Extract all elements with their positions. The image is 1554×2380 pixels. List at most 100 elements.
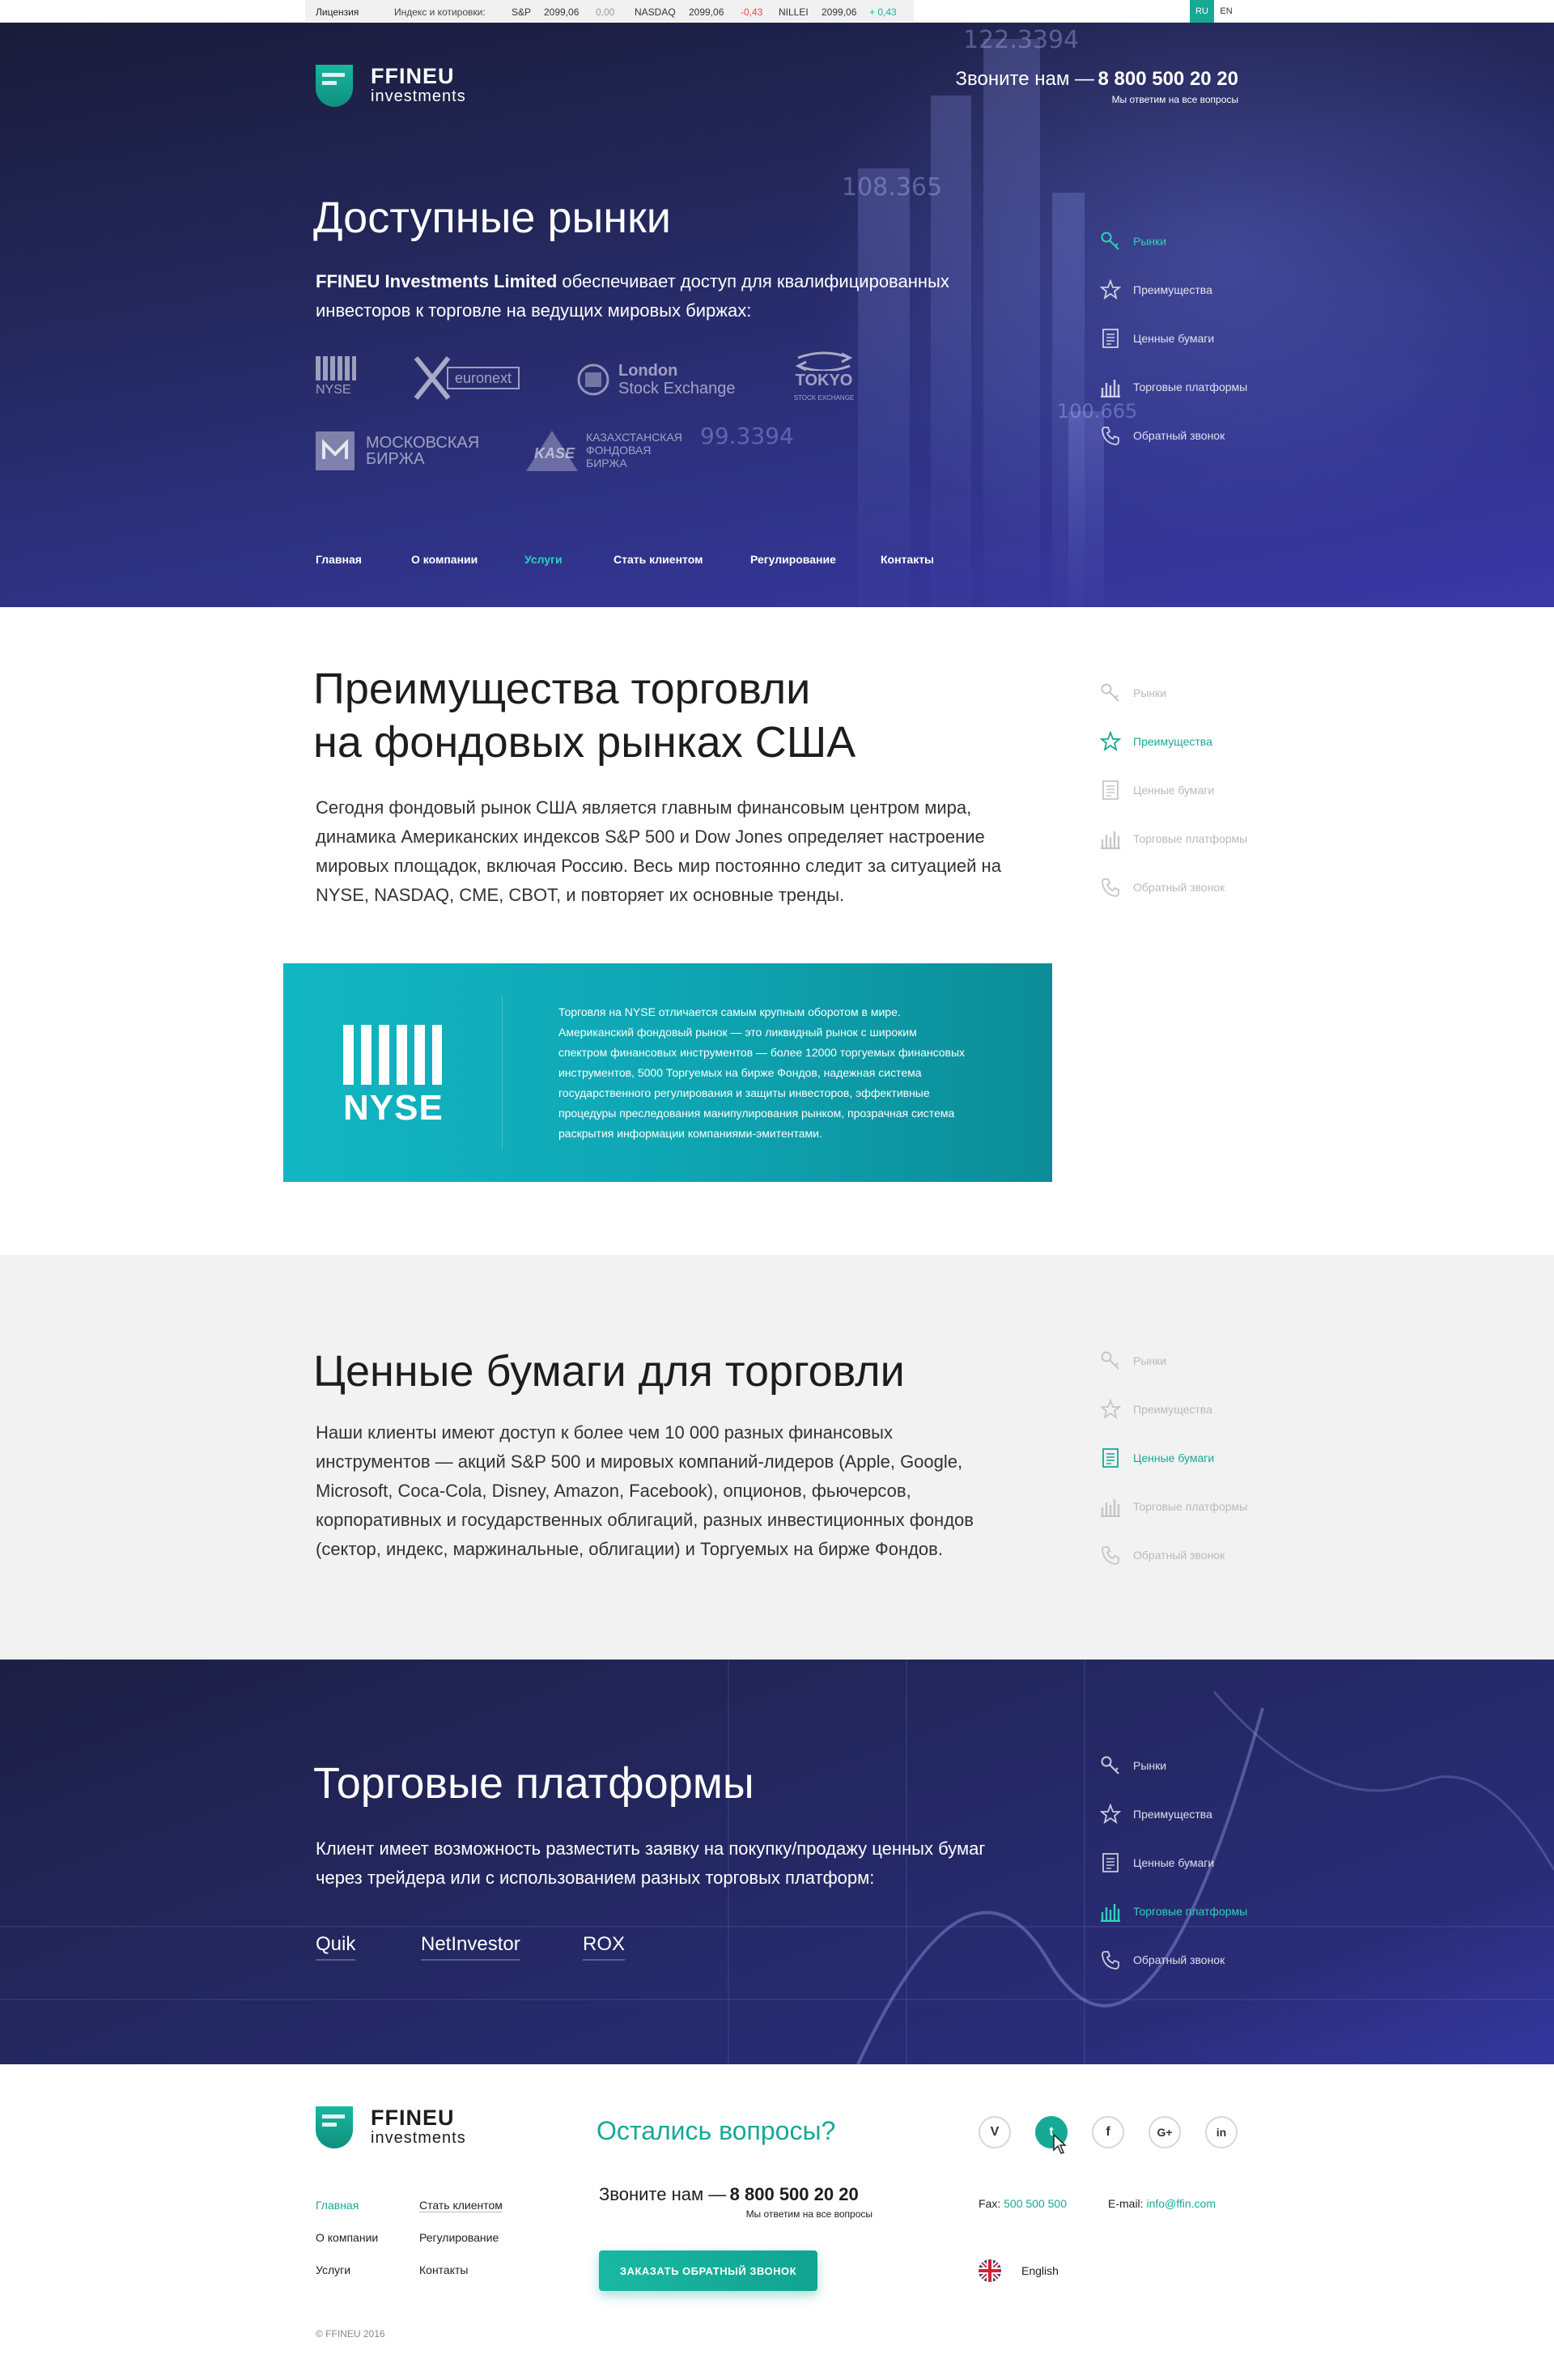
side-item-securities[interactable]: Ценные бумаги [1099,327,1214,350]
lse-crest-icon [577,363,609,396]
callback-button[interactable]: ЗАКАЗАТЬ ОБРАТНЫЙ ЗВОНОК [599,2250,817,2291]
ticker-nasdaq-name: NASDAQ [635,6,676,18]
side-item-label: Рынки [1133,1354,1167,1367]
key-icon [1099,1349,1122,1372]
kase-mountain-icon: KASE [524,427,580,473]
footer-question-title: Остались вопросы? [597,2116,836,2145]
side-item-callback[interactable]: Обратный звонок [1099,424,1225,447]
footer-nav-home[interactable]: Главная [316,2199,359,2212]
side-item-label: Преимущества [1133,735,1212,748]
ticker-nasdaq-value: 2099,06 [689,6,724,18]
footer-logo[interactable]: FFINEU investments [316,2106,466,2148]
key-icon [1099,230,1122,253]
nyse-big-logo: NYSE [343,1025,444,1128]
side-item-securities[interactable]: Ценные бумаги [1099,779,1214,801]
nav-item-become-client[interactable]: Стать клиентом [614,553,703,566]
footer-nav-become-client[interactable]: Стать клиентом [419,2199,503,2212]
tokyo-exchange-logo: TOKYO STOCK EXCHANGE [793,351,855,406]
facebook-icon[interactable]: f [1092,2116,1124,2148]
kase-logo-line1: КАЗАХСТАНСКАЯ [586,431,682,444]
lang-ru-button[interactable]: RU [1190,0,1214,23]
side-item-label: Обратный звонок [1133,1549,1225,1562]
side-item-securities[interactable]: Ценные бумаги [1099,1851,1214,1874]
ticker-sp-value: 2099,06 [544,6,580,18]
side-item-label: Ценные бумаги [1133,784,1215,797]
fax-number[interactable]: 500 500 500 [1004,2197,1067,2210]
bar-chart-icon [1099,1495,1122,1518]
nav-item-home[interactable]: Главная [316,553,362,566]
footer-nav-services[interactable]: Услуги [316,2263,350,2276]
platform-link-quik[interactable]: Quik [316,1933,356,1961]
tokyo-arrows-icon [795,351,853,371]
language-switch[interactable]: English [978,2259,1059,2283]
platform-link-netinvestor[interactable]: NetInvestor [421,1933,520,1961]
phone-number[interactable]: 8 800 500 20 20 [1098,68,1239,90]
footer-nav-about[interactable]: О компании [316,2231,378,2244]
logo-sub: investments [371,2129,466,2147]
side-item-label: Рынки [1133,1759,1167,1772]
bg-number: 100.665 [1057,400,1138,423]
side-item-markets[interactable]: Рынки [1099,1349,1166,1372]
side-item-platforms[interactable]: Торговые платформы [1099,1495,1247,1518]
lang-en-button[interactable]: EN [1214,0,1238,23]
side-item-platforms[interactable]: Торговые платформы [1099,827,1247,850]
bg-chart-bar [983,39,1040,607]
logo-name: FFINEU [371,64,455,88]
header-logo[interactable]: FFINEU investments [316,65,466,107]
text-line: динамика Американских индексов S&P 500 и… [316,827,985,847]
side-item-callback[interactable]: Обратный звонок [1099,1949,1225,1971]
email-link[interactable]: info@ffin.com [1146,2197,1216,2210]
nav-item-contacts[interactable]: Контакты [881,553,934,566]
side-item-callback[interactable]: Обратный звонок [1099,1544,1225,1566]
bg-number: 108.365 [842,173,943,202]
email-info: E-mail: info@ffin.com [1108,2197,1216,2210]
platforms-text: Клиент имеет возможность разместить заяв… [316,1834,1044,1893]
nyse-info-box: NYSE Торговля на NYSE отличается самым к… [283,963,1052,1182]
ticker-sp-change: 0,00 [596,6,615,18]
side-item-advantages[interactable]: Преимущества [1099,1398,1212,1421]
nav-item-about[interactable]: О компании [411,553,478,566]
side-item-label: Рынки [1133,686,1167,699]
hero-lead-line2: инвесторов к торговле на ведущих мировых… [316,300,752,321]
side-item-markets[interactable]: Рынки [1099,1754,1166,1777]
nav-item-services[interactable]: Услуги [524,553,563,566]
footer-phone-number[interactable]: 8 800 500 20 20 [730,2184,859,2204]
nyse-logo-text: NYSE [316,383,351,397]
text-line: инструментов, 5000 Торгуемых на бирже Фо… [558,1066,922,1079]
side-item-callback[interactable]: Обратный звонок [1099,876,1225,899]
side-item-advantages[interactable]: Преимущества [1099,1803,1212,1825]
side-item-label: Обратный звонок [1133,429,1225,442]
uk-flag-icon [979,2259,1001,2282]
footer-phone-label: Звоните нам — [599,2184,727,2204]
side-item-label: Торговые платформы [1133,380,1248,393]
bg-chart-bar [931,96,971,607]
footer-phone: Звоните нам — 8 800 500 20 20 Мы ответим… [599,2184,874,2220]
text-line: инструментов — акций S&P 500 и мировых к… [316,1451,963,1472]
side-item-platforms[interactable]: Торговые платформы [1099,1900,1247,1923]
text-line: NYSE, NASDAQ, CME, CBOT, и повторяет их … [316,885,845,905]
copyright: © FFINEU 2016 [316,2328,385,2340]
footer-nav-regulation[interactable]: Регулирование [419,2231,499,2244]
tokyo-logo-text: TOKYO [795,372,853,389]
platform-link-rox[interactable]: ROX [583,1933,626,1961]
logo-shield-icon [316,2106,353,2148]
header-phone: Звоните нам — 8 800 500 20 20 Мы ответим… [931,68,1238,105]
lse-logo-line1: London [618,362,678,380]
vimeo-icon[interactable]: V [979,2116,1011,2148]
side-item-markets[interactable]: Рынки [1099,230,1166,253]
side-item-platforms[interactable]: Торговые платформы [1099,376,1247,398]
license-link[interactable]: Лицензия [316,6,359,18]
nav-item-regulation[interactable]: Регулирование [750,553,836,566]
key-icon [1099,1754,1122,1777]
side-item-securities[interactable]: Ценные бумаги [1099,1447,1214,1469]
linkedin-icon[interactable]: in [1205,2116,1238,2148]
text-line: Сегодня фондовый рынок США является глав… [316,797,972,818]
side-item-markets[interactable]: Рынки [1099,682,1166,704]
footer-nav-contacts[interactable]: Контакты [419,2263,468,2276]
cursor-icon [1053,2134,1067,2154]
text-line: государственного регулирования и защиты … [558,1086,930,1099]
side-item-advantages[interactable]: Преимущества [1099,730,1212,753]
side-item-advantages[interactable]: Преимущества [1099,278,1212,301]
google-plus-icon[interactable]: G+ [1149,2116,1181,2148]
ticker-nillei-change: + 0,43 [869,6,897,18]
